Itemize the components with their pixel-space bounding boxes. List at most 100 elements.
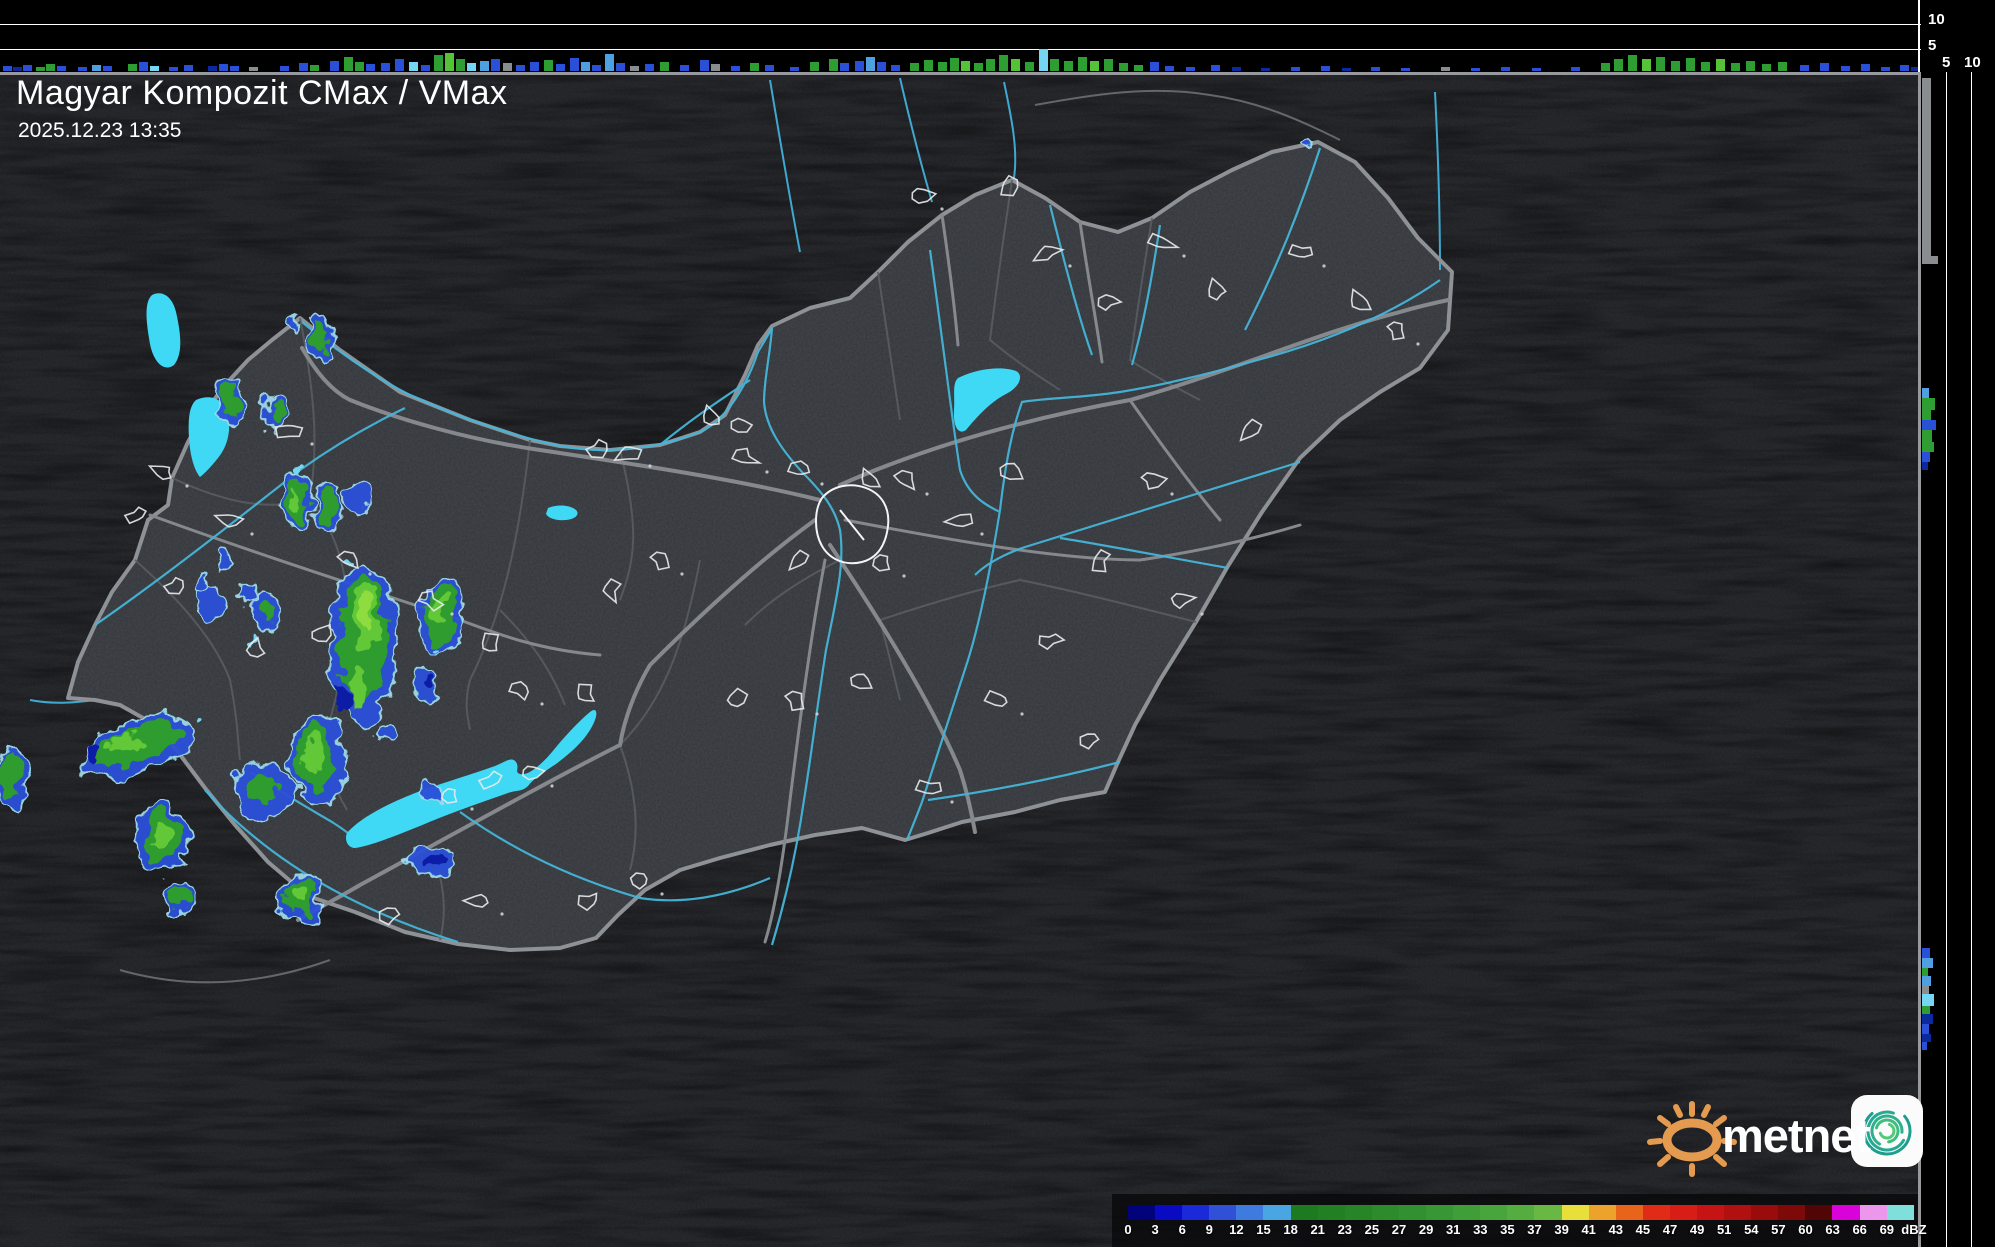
top-histogram-bar: [1090, 61, 1099, 71]
top-histogram-bar: [434, 55, 443, 71]
top-histogram-bar: [128, 64, 137, 71]
colorbar-swatch: [1670, 1205, 1697, 1220]
top-histogram-bar: [1119, 63, 1128, 71]
colorbar-label: 29: [1419, 1222, 1433, 1237]
top-histogram-bar: [1011, 59, 1020, 71]
top-histogram-bar: [456, 59, 465, 71]
right-axis-tick-10: 10: [1964, 55, 1981, 70]
colorbar-swatch: [1860, 1205, 1887, 1220]
top-histogram-bar: [395, 59, 404, 71]
top-histogram-bar: [1642, 59, 1651, 71]
town-dot: [450, 612, 453, 615]
top-histogram-bar: [23, 65, 32, 71]
radar-screenshot: 10 5 5 10 Magyar Kompozit CMax / VMax 20…: [0, 0, 1995, 1247]
top-histogram-bar: [1614, 59, 1623, 71]
top-histogram-bar: [344, 57, 353, 71]
top-histogram-bar: [184, 65, 193, 71]
right-histogram-bar: [1922, 410, 1931, 420]
right-histogram-bar: [1922, 994, 1934, 1006]
top-histogram-bar: [866, 57, 875, 71]
dbz-colorbar: 0369121518212325272931333537394143454749…: [1112, 1194, 1918, 1247]
colorbar-swatch: [1751, 1205, 1778, 1220]
top-histogram-bar: [974, 63, 983, 71]
top-histogram-bar: [829, 59, 838, 71]
metnet-wordmark: metnet: [1722, 1108, 1870, 1163]
top-histogram-bar: [480, 61, 489, 71]
top-histogram-bar: [750, 63, 759, 71]
right-histogram-bar: [1922, 958, 1933, 968]
town-dot: [470, 807, 473, 810]
colorbar-label: dBZ: [1901, 1222, 1926, 1237]
top-histogram-bar: [1778, 62, 1787, 71]
colorbar-swatch: [1209, 1205, 1236, 1220]
right-histogram-bar: [1922, 420, 1936, 430]
top-histogram-bar: [1881, 67, 1890, 71]
colorbar-swatch: [1399, 1205, 1426, 1220]
colorbar-label: 3: [1151, 1222, 1158, 1237]
town-dot: [815, 712, 818, 715]
colorbar-label: 6: [1179, 1222, 1186, 1237]
town-dot: [980, 532, 983, 535]
top-histogram-bar: [1861, 64, 1870, 71]
top-histogram-bar: [660, 62, 669, 71]
town-dot: [648, 464, 651, 467]
top-histogram-bar: [1716, 59, 1725, 71]
top-histogram-bar: [938, 62, 947, 71]
right-histogram-bar: [1922, 948, 1930, 958]
top-histogram-bar: [855, 61, 864, 71]
colorbar-label: 45: [1636, 1222, 1650, 1237]
colorbar-label: 25: [1365, 1222, 1379, 1237]
top-histogram-bar: [581, 62, 590, 71]
colorbar-label: 9: [1206, 1222, 1213, 1237]
top-histogram-bar: [1601, 63, 1610, 71]
top-histogram-bar: [13, 67, 22, 71]
top-histogram-bar: [1039, 49, 1048, 71]
right-histogram-bar: [1922, 452, 1930, 462]
top-histogram-strip: [0, 0, 1921, 72]
top-gridline-5: [0, 49, 1921, 50]
right-histogram-bar: [1922, 968, 1928, 976]
top-histogram-bar: [1291, 67, 1300, 71]
colorbar-swatch: [1589, 1205, 1616, 1220]
top-histogram-bar: [280, 66, 289, 71]
top-histogram-bar: [1471, 68, 1480, 71]
top-histogram-bar: [310, 65, 319, 71]
colorbar-label: 69: [1880, 1222, 1894, 1237]
top-histogram-bar: [103, 66, 112, 71]
top-histogram-bar: [3, 66, 12, 71]
top-histogram-bar: [516, 65, 525, 71]
colorbar-label: 63: [1825, 1222, 1839, 1237]
top-histogram-bar: [1686, 58, 1695, 71]
top-histogram-bar: [1025, 62, 1034, 71]
town-dot: [1182, 254, 1185, 257]
top-histogram-bar: [810, 62, 819, 71]
top-histogram-bar: [840, 63, 849, 71]
top-histogram-bar: [891, 65, 900, 71]
top-histogram-bar: [592, 65, 601, 71]
colorbar-label: 12: [1229, 1222, 1243, 1237]
right-gridline-5: [1946, 72, 1947, 1247]
top-histogram-bar: [1671, 61, 1680, 71]
town-dot: [550, 784, 553, 787]
top-histogram-bar: [503, 63, 512, 71]
colorbar-label: 51: [1717, 1222, 1731, 1237]
top-histogram-bar: [36, 67, 45, 71]
top-histogram-bar: [355, 62, 364, 71]
right-histogram-bar: [1922, 1034, 1931, 1042]
top-histogram-bar: [230, 66, 239, 71]
top-histogram-bar: [139, 62, 148, 71]
top-histogram-bar: [1628, 55, 1637, 71]
colorbar-swatch: [1562, 1205, 1589, 1220]
colorbar-swatch: [1507, 1205, 1534, 1220]
top-histogram-bar: [877, 62, 886, 71]
top-histogram-bar: [1321, 66, 1330, 71]
top-histogram-bar: [1800, 65, 1809, 71]
town-dot: [1068, 264, 1071, 267]
top-histogram-bar: [790, 67, 799, 71]
top-histogram-bar: [910, 63, 919, 71]
top-histogram-axis: [1918, 0, 1920, 72]
top-histogram-bar: [1150, 62, 1159, 71]
top-gridline-10: [0, 24, 1921, 25]
colorbar-swatch: [1453, 1205, 1480, 1220]
top-histogram-bar: [999, 55, 1008, 71]
